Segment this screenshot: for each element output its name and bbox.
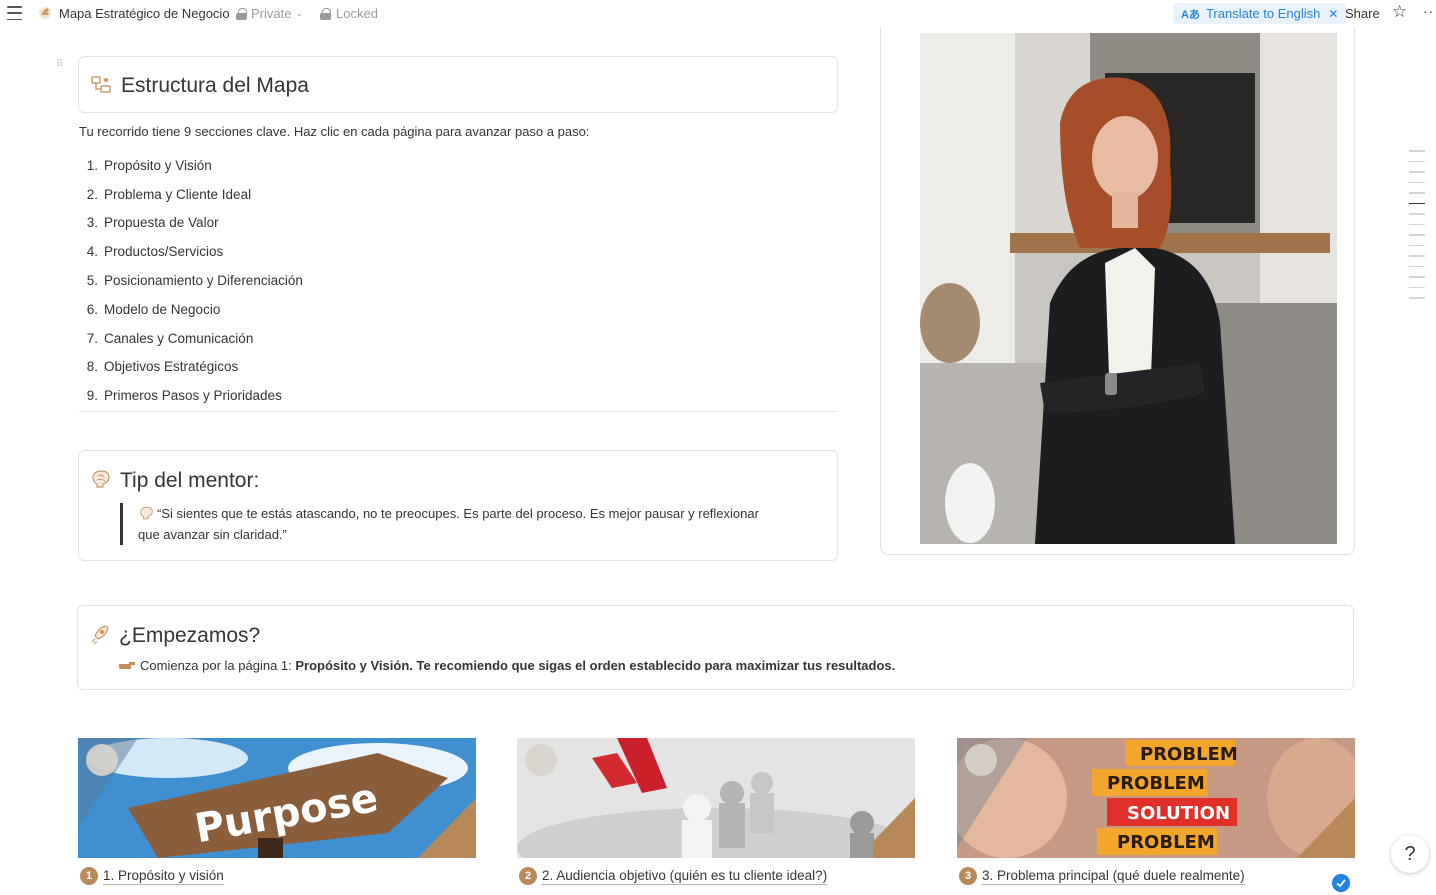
page-card-label[interactable]: 3 3. Problema principal (qué duele realm…	[959, 867, 1245, 885]
start-title: ¿Empezamos?	[119, 624, 261, 647]
number-badge: 3	[959, 867, 977, 885]
list-label: Propósito y Visión	[104, 157, 212, 173]
table-of-contents[interactable]	[1409, 150, 1425, 308]
page-card-title: 3. Problema principal (qué duele realmen…	[982, 867, 1245, 885]
start-text: Comienza por la página 1: Propósito y Vi…	[118, 658, 895, 673]
help-icon[interactable]: ?	[1391, 835, 1429, 873]
locked-label: Locked	[336, 6, 378, 21]
translate-label: Translate to English	[1205, 6, 1321, 21]
drag-handle[interactable]: ⠿	[56, 60, 64, 76]
close-icon[interactable]: ✕	[1328, 7, 1338, 21]
card-cover-audience	[517, 738, 915, 858]
list-number: 2.	[86, 186, 98, 202]
list-number: 8.	[86, 359, 98, 375]
translate-icon: Aあ	[1181, 8, 1200, 21]
tip-callout: Tip del mentor: “Si sientes que te estás…	[78, 450, 838, 561]
start-callout: ¿Empezamos? Comienza por la página 1: Pr…	[77, 605, 1354, 690]
number-badge: 1	[80, 867, 98, 885]
top-bar: Mapa Estratégico de Negocio Private ⌄ Lo…	[0, 0, 1436, 27]
divider	[79, 411, 837, 412]
more-icon[interactable]: ···	[1423, 3, 1436, 19]
list-item: 9. Primeros Pasos y Prioridades	[79, 381, 779, 410]
page-card-2[interactable]: 2 2. Audiencia objetivo (quién es tu cli…	[517, 738, 915, 895]
page-card-1[interactable]: Purpose 1 1. Propósito y visión	[78, 738, 476, 895]
rocket-icon	[91, 625, 109, 645]
list-number: 9.	[86, 388, 98, 404]
list-label: Problema y Cliente Ideal	[104, 186, 252, 202]
privacy-dropdown[interactable]: Private ⌄	[236, 6, 303, 21]
translate-button[interactable]: Aあ Translate to English ✕	[1173, 3, 1347, 24]
list-number: 6.	[86, 301, 98, 317]
list-item: 6. Modelo de Negocio	[79, 295, 779, 324]
list-label: Canales y Comunicación	[104, 330, 254, 346]
list-item: 8. Objetivos Estratégicos	[79, 353, 779, 382]
locked-indicator[interactable]: Locked	[320, 6, 378, 21]
page-icon[interactable]	[37, 5, 53, 21]
list-item: 3. Propuesta de Valor	[79, 209, 779, 238]
breadcrumb-page-title[interactable]: Mapa Estratégico de Negocio	[59, 6, 230, 21]
page-card-3[interactable]: PROBLEM PROBLEM SOLUTION PROBLEM 3 3. Pr…	[957, 738, 1355, 895]
brain-icon	[92, 470, 110, 488]
list-item: 4. Productos/Servicios	[79, 237, 779, 266]
list-item: 5. Posicionamiento y Diferenciación	[79, 266, 779, 295]
page-card-title: 1. Propósito y visión	[103, 867, 224, 885]
list-label: Productos/Servicios	[104, 244, 224, 260]
list-label: Objetivos Estratégicos	[104, 359, 239, 375]
card-cover-problem: PROBLEM PROBLEM SOLUTION PROBLEM	[957, 738, 1355, 858]
start-prefix: Comienza por la página 1:	[140, 658, 296, 673]
steps-list: 1. Propósito y Visión 2. Problema y Client…	[79, 151, 779, 410]
list-number: 3.	[86, 215, 98, 231]
cover-text: SOLUTION	[1127, 803, 1230, 824]
structure-title: Estructura del Mapa	[121, 74, 309, 97]
list-number: 5.	[86, 273, 98, 289]
chevron-down-icon: ⌄	[295, 8, 304, 18]
list-label: Propuesta de Valor	[104, 215, 219, 231]
list-number: 1.	[86, 157, 98, 173]
start-bold: Propósito y Visión. Te recomiendo que si…	[295, 658, 896, 673]
cover-text: PROBLEM	[1107, 773, 1205, 794]
brain-icon	[140, 506, 153, 520]
page-card-label[interactable]: 2 2. Audiencia objetivo (quién es tu cli…	[519, 867, 828, 885]
map-icon	[91, 76, 111, 93]
check-icon	[1332, 874, 1350, 892]
page-card-title: 2. Audiencia objetivo (quién es tu clien…	[542, 867, 828, 885]
cover-text: PROBLEM	[1140, 744, 1238, 765]
list-number: 4.	[86, 244, 98, 260]
menu-icon[interactable]	[7, 6, 22, 20]
list-number: 7.	[86, 330, 98, 346]
structure-callout: Estructura del Mapa	[78, 56, 838, 113]
structure-intro: Tu recorrido tiene 9 secciones clave. Ha…	[79, 124, 590, 139]
card-cover-purpose: Purpose	[78, 738, 476, 858]
list-label: Modelo de Negocio	[104, 301, 221, 317]
number-badge: 2	[519, 867, 537, 885]
pointing-hand-icon	[119, 662, 135, 669]
list-label: Posicionamiento y Diferenciación	[104, 273, 303, 289]
lock-icon	[236, 7, 247, 20]
cover-text: PROBLEM	[1117, 832, 1215, 853]
star-icon[interactable]: ☆	[1392, 3, 1407, 20]
privacy-label: Private	[251, 6, 292, 21]
list-item: 2. Problema y Cliente Ideal	[79, 180, 779, 209]
page-card-label[interactable]: 1 1. Propósito y visión	[80, 867, 224, 885]
list-item: 7. Canales y Comunicación	[79, 324, 779, 353]
list-label: Primeros Pasos y Prioridades	[104, 388, 282, 404]
lock-icon	[320, 7, 331, 20]
tip-quote-text: “Si sientes que te estás atascando, no t…	[138, 506, 759, 542]
portrait-photo	[920, 33, 1337, 544]
photo-card	[880, 27, 1355, 555]
tip-title: Tip del mentor:	[120, 469, 260, 492]
tip-quote: “Si sientes que te estás atascando, no t…	[120, 503, 760, 545]
share-button[interactable]: Share	[1345, 6, 1380, 21]
list-item: 1. Propósito y Visión	[79, 151, 779, 180]
